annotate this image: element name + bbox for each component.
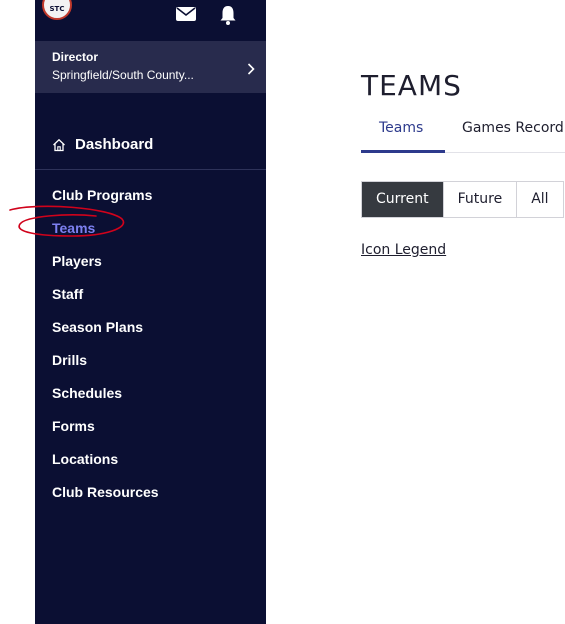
sidebar-item-staff[interactable]: Staff: [52, 284, 159, 317]
sidebar-item-forms[interactable]: Forms: [52, 416, 159, 449]
sidebar-item-season-plans[interactable]: Season Plans: [52, 317, 159, 350]
role-switcher[interactable]: Director Springfield/South County...: [35, 41, 266, 93]
sidebar-divider: [35, 169, 266, 170]
sidebar-item-players[interactable]: Players: [52, 251, 159, 284]
tab-bar: Teams Games Record: [361, 110, 565, 154]
filter-all-button[interactable]: All: [516, 182, 563, 217]
tab-teams[interactable]: Teams: [379, 120, 423, 136]
active-tab-indicator: [361, 150, 445, 153]
sidebar-item-label: Dashboard: [75, 136, 154, 153]
filter-current-button[interactable]: Current: [362, 182, 443, 217]
sidebar: STC Director Springfield/South County...…: [35, 0, 266, 624]
sidebar-item-club-resources[interactable]: Club Resources: [52, 482, 159, 515]
role-title: Director: [52, 50, 99, 64]
tab-bar-viewport: Teams Games Record: [361, 110, 565, 154]
sidebar-topbar: STC: [35, 0, 266, 40]
icon-legend-link[interactable]: Icon Legend: [361, 242, 446, 258]
bell-icon[interactable]: [219, 4, 237, 26]
mail-icon[interactable]: [175, 6, 197, 22]
sidebar-item-locations[interactable]: Locations: [52, 449, 159, 482]
filter-future-button[interactable]: Future: [442, 182, 517, 217]
sidebar-item-dashboard[interactable]: Dashboard: [52, 136, 153, 153]
page-title: TEAMS: [361, 68, 462, 102]
role-organization: Springfield/South County...: [52, 68, 194, 82]
tab-games-record[interactable]: Games Record: [462, 120, 564, 136]
chevron-right-icon: [247, 63, 255, 75]
sidebar-item-schedules[interactable]: Schedules: [52, 383, 159, 416]
red-circle-annotation: [9, 205, 125, 237]
club-logo[interactable]: STC: [42, 0, 72, 20]
sidebar-item-drills[interactable]: Drills: [52, 350, 159, 383]
filter-segmented-control: Current Future All: [361, 181, 564, 218]
club-logo-text: STC: [49, 5, 65, 13]
home-icon: [53, 138, 65, 151]
